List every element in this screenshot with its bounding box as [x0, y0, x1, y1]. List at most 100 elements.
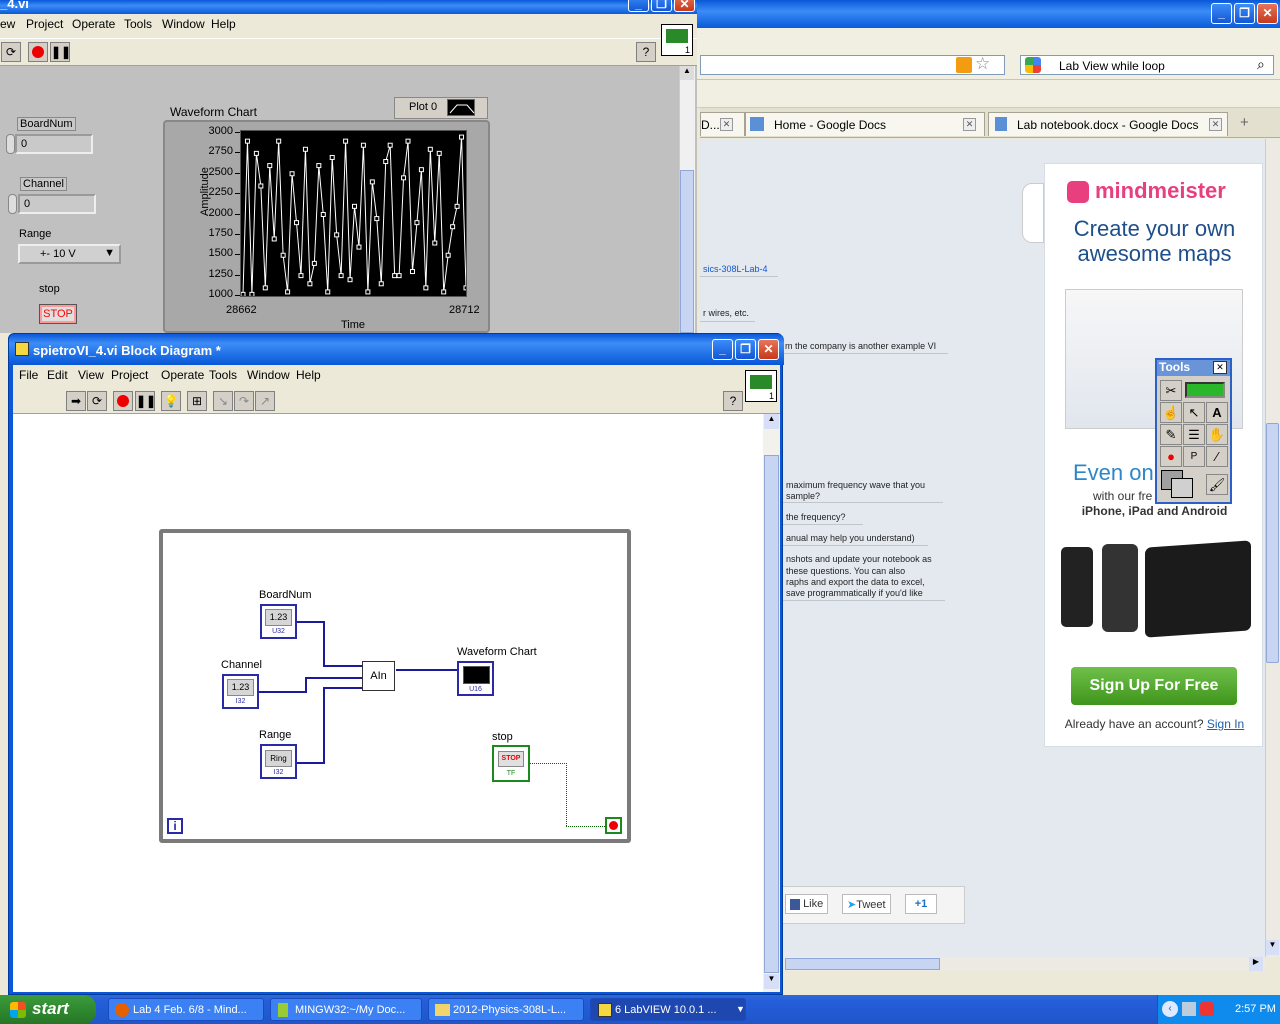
boolean-wire[interactable]: [566, 826, 605, 828]
boolean-wire[interactable]: [530, 763, 567, 765]
close-button[interactable]: ✕: [674, 0, 695, 12]
google-search-icon[interactable]: [1025, 57, 1041, 73]
taskbar-item-labview[interactable]: 6 LabVIEW 10.0.1 ...: [590, 998, 746, 1021]
scroll-down-icon[interactable]: ▼: [764, 974, 779, 989]
menu-file[interactable]: File: [19, 368, 38, 382]
channel-increment-icon[interactable]: [8, 194, 17, 214]
channel-terminal[interactable]: 1.23 I32: [222, 674, 259, 709]
wire[interactable]: [297, 621, 325, 623]
minimize-button[interactable]: _: [1211, 3, 1232, 24]
scroll-down-icon[interactable]: ▼: [1266, 940, 1279, 955]
menu-edit[interactable]: Edit: [47, 368, 68, 382]
menu-help[interactable]: Help: [211, 17, 236, 31]
help-icon[interactable]: ?: [636, 42, 656, 62]
tab-lab-notebook[interactable]: Lab notebook.docx - Google Docs: [988, 112, 1228, 136]
auto-tool-indicator[interactable]: [1185, 382, 1225, 398]
maximize-button[interactable]: ❐: [1234, 3, 1255, 24]
scroll-hand-icon[interactable]: ✋: [1206, 424, 1228, 445]
run-continuously-icon[interactable]: ⟳: [87, 391, 107, 411]
wire[interactable]: [297, 762, 325, 764]
wire[interactable]: [396, 669, 458, 671]
tab-close-icon[interactable]: ✕: [720, 118, 733, 131]
text-tool-icon[interactable]: A: [1206, 402, 1228, 423]
wire[interactable]: [323, 621, 325, 667]
facebook-like-button[interactable]: Like: [785, 894, 829, 914]
loop-condition-terminal[interactable]: [605, 817, 622, 834]
tools-close-icon[interactable]: ✕: [1213, 361, 1227, 374]
shortcut-menu-icon[interactable]: ☰: [1183, 424, 1205, 445]
menu-view[interactable]: ew: [0, 17, 15, 31]
taskbar-item-folder[interactable]: 2012-Physics-308L-L...: [428, 998, 584, 1021]
abort-icon[interactable]: [113, 391, 133, 411]
menu-view[interactable]: View: [78, 368, 104, 382]
new-tab-button[interactable]: +: [1240, 114, 1249, 131]
menu-help[interactable]: Help: [296, 368, 321, 382]
minimize-button[interactable]: _: [628, 0, 649, 12]
security-icon[interactable]: [1200, 1002, 1214, 1016]
tweet-button[interactable]: ➤Tweet: [842, 894, 891, 914]
wire[interactable]: [259, 691, 307, 693]
stop-button[interactable]: STOP: [39, 304, 77, 324]
highlight-execution-icon[interactable]: 💡: [161, 391, 181, 411]
retain-wire-values-icon[interactable]: ⊞: [187, 391, 207, 411]
close-button[interactable]: ✕: [1257, 3, 1278, 24]
signin-link[interactable]: Sign In: [1207, 717, 1244, 731]
operate-hand-icon[interactable]: ☝: [1160, 402, 1182, 423]
wire[interactable]: [305, 677, 363, 679]
color-brush-icon[interactable]: 🖌: [1206, 474, 1228, 495]
tab-close-icon[interactable]: ✕: [963, 118, 976, 131]
tray-expand-icon[interactable]: ‹: [1162, 1001, 1178, 1017]
help-icon[interactable]: ?: [723, 391, 743, 411]
step-out-icon[interactable]: ↗: [255, 391, 275, 411]
vi-icon[interactable]: 1: [745, 370, 777, 402]
front-panel-scroll-thumb[interactable]: [680, 170, 694, 333]
menu-window[interactable]: Window: [162, 17, 205, 31]
clock[interactable]: 2:57 PM: [1235, 1003, 1276, 1015]
maximize-button[interactable]: ❐: [651, 0, 672, 12]
chart-plot-area[interactable]: [240, 130, 467, 297]
close-button[interactable]: ✕: [758, 339, 779, 360]
channel-field[interactable]: 0: [18, 194, 96, 214]
auto-tool-icon[interactable]: ✂: [1160, 380, 1182, 401]
group-arrow-icon[interactable]: ▼: [736, 1004, 745, 1014]
doc-link[interactable]: sics-308L-Lab-4: [703, 264, 768, 274]
ain-subvi-node[interactable]: AIn: [362, 661, 395, 691]
bookmark-star-icon[interactable]: ☆: [975, 54, 990, 74]
block-diagram-scroll-thumb[interactable]: [764, 455, 779, 973]
run-continuously-icon[interactable]: ⟳: [1, 42, 21, 62]
step-over-icon[interactable]: ↷: [234, 391, 254, 411]
vi-icon[interactable]: 1: [661, 24, 693, 56]
google-plusone-button[interactable]: +1: [905, 894, 937, 914]
range-terminal[interactable]: Ring I32: [260, 744, 297, 779]
boardnum-increment-icon[interactable]: [6, 134, 15, 154]
menu-window[interactable]: Window: [247, 368, 290, 382]
iteration-terminal[interactable]: i: [167, 818, 183, 834]
menu-tools[interactable]: Tools: [124, 17, 152, 31]
scroll-up-icon[interactable]: ▲: [680, 66, 694, 80]
tab-close-icon[interactable]: ✕: [1209, 118, 1222, 131]
color-swatch-icon[interactable]: [1161, 470, 1197, 500]
minimize-button[interactable]: _: [712, 339, 733, 360]
chart-terminal[interactable]: U16: [457, 661, 494, 696]
taskbar-item-firefox[interactable]: Lab 4 Feb. 6/8 - Mind...: [108, 998, 264, 1021]
pause-icon[interactable]: ❚❚: [135, 391, 156, 411]
rss-icon[interactable]: [956, 57, 972, 73]
menu-operate[interactable]: Operate: [72, 17, 115, 31]
wire[interactable]: [323, 687, 363, 689]
get-color-icon[interactable]: ⁄: [1206, 446, 1228, 467]
signup-button[interactable]: Sign Up For Free: [1071, 667, 1237, 705]
tab-home-google-docs[interactable]: Home - Google Docs: [745, 112, 985, 136]
menu-tools[interactable]: Tools: [209, 368, 237, 382]
stop-terminal[interactable]: STOP TF: [492, 745, 530, 782]
magnifier-icon[interactable]: ⌕: [1257, 56, 1265, 73]
probe-icon[interactable]: P: [1183, 446, 1205, 467]
scroll-right-icon[interactable]: ▶: [1249, 957, 1263, 971]
boardnum-field[interactable]: 0: [15, 134, 93, 154]
pause-icon[interactable]: ❚❚: [50, 42, 71, 62]
boolean-wire[interactable]: [566, 763, 568, 826]
menu-operate[interactable]: Operate: [161, 368, 204, 382]
ad-side-tab[interactable]: [1022, 183, 1044, 243]
scroll-up-icon[interactable]: ▲: [764, 414, 779, 429]
wire[interactable]: [323, 687, 325, 764]
breakpoint-icon[interactable]: ●: [1160, 446, 1182, 467]
